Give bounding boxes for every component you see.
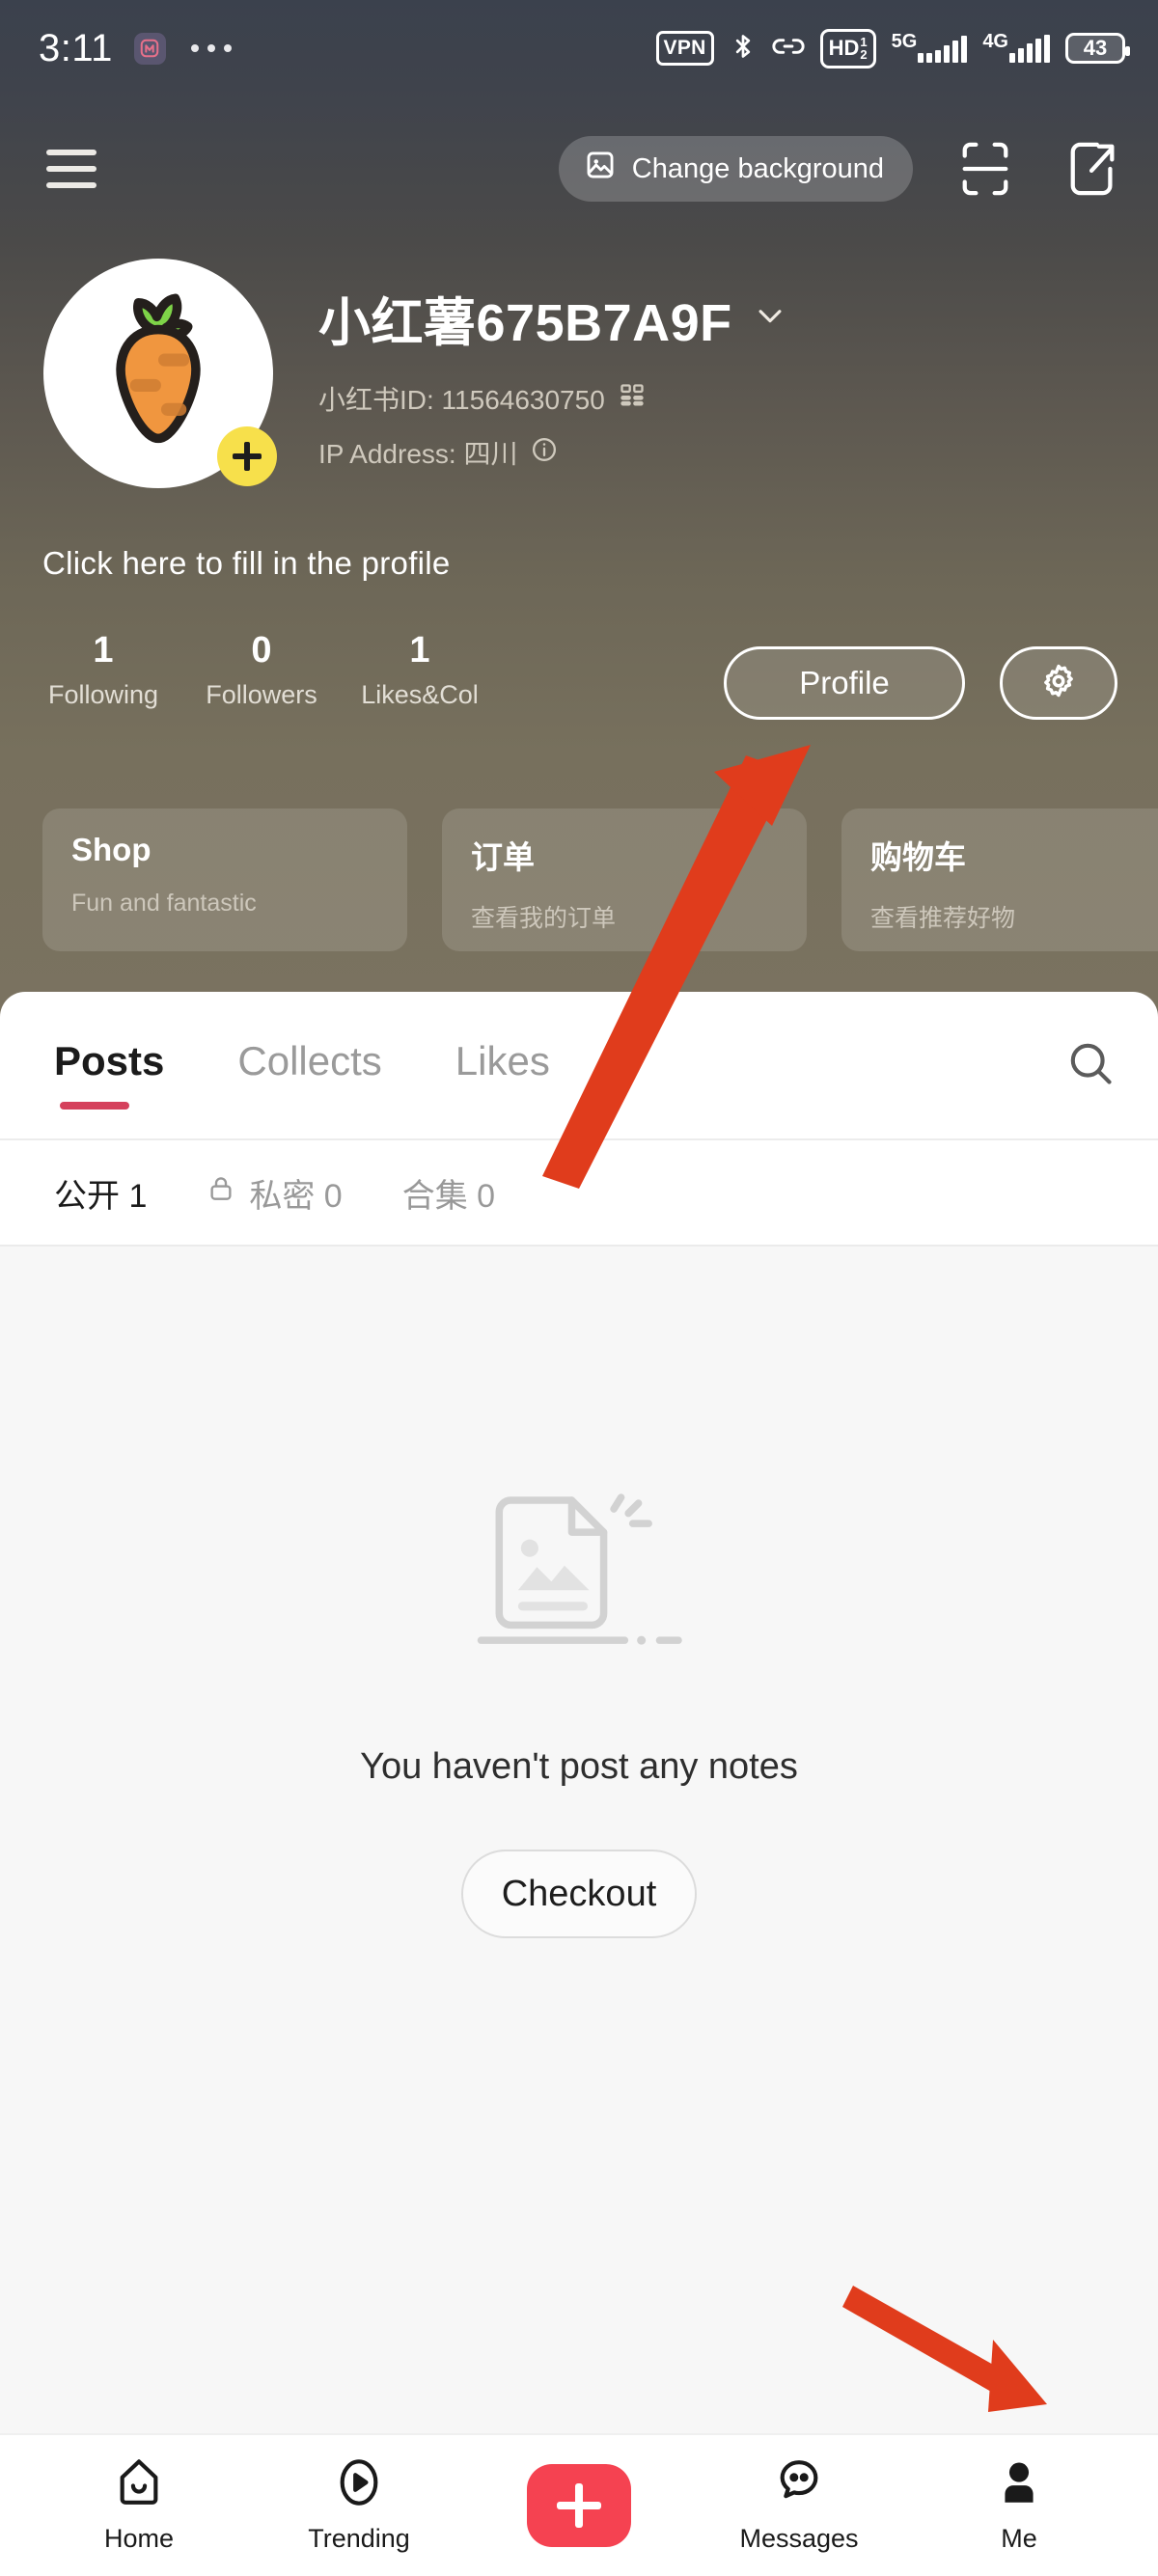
nav-label-trending: Trending xyxy=(308,2524,410,2553)
stat-followers-label: Followers xyxy=(206,679,317,709)
stat-likes-value: 1 xyxy=(409,630,430,671)
hd-sim-top: 1 xyxy=(860,34,868,49)
stat-followers-value: 0 xyxy=(251,630,272,671)
nav-label-me: Me xyxy=(1001,2524,1037,2553)
shop-card[interactable]: Shop Fun and fantastic xyxy=(42,808,407,951)
nav-item-home[interactable]: Home xyxy=(52,2457,226,2554)
app-badge-icon xyxy=(133,32,166,65)
hamburger-menu-icon[interactable] xyxy=(46,150,96,188)
ip-address-row[interactable]: IP Address: 四川 xyxy=(318,433,786,472)
top-action-bar: Change background xyxy=(0,125,1158,212)
settings-button[interactable] xyxy=(1000,646,1117,720)
user-id-label: 小红书ID: 11564630750 xyxy=(318,385,605,415)
avatar[interactable] xyxy=(43,259,277,488)
stat-following-label: Following xyxy=(47,679,159,709)
user-id-row[interactable]: 小红书ID: 11564630750 xyxy=(318,379,786,418)
carrot-avatar-icon xyxy=(116,293,201,444)
signal-5g-indicator: 5G xyxy=(891,31,968,63)
empty-notes-illustration xyxy=(470,1483,688,1681)
network-label-5g: 5G xyxy=(891,31,918,52)
nav-label-messages: Messages xyxy=(739,2524,859,2553)
shop-card-subtitle: Fun and fantastic xyxy=(71,890,257,917)
sub-tab-bar: 公开 1 私密 0 合集 0 xyxy=(0,1140,1158,1245)
gear-icon xyxy=(1038,661,1079,706)
orders-card-title: 订单 xyxy=(471,839,535,875)
nav-label-home: Home xyxy=(103,2524,175,2553)
subtab-private[interactable]: 私密 0 xyxy=(207,1169,343,1217)
chevron-down-icon[interactable] xyxy=(754,299,786,337)
change-background-button[interactable]: Change background xyxy=(558,136,913,202)
signal-bars-5g-icon xyxy=(918,34,968,63)
cart-card-subtitle: 查看推荐好物 xyxy=(870,905,1016,932)
profile-identity: 小红薯675B7A9F 小红书ID: 11564630750 IP Addres… xyxy=(318,280,786,472)
bluetooth-icon xyxy=(730,30,757,68)
status-overflow-dots-icon xyxy=(190,44,232,52)
hd-voice-indicator: HD 1 2 xyxy=(819,28,876,69)
battery-indicator: 43 xyxy=(1065,33,1130,64)
stat-likes-label: Likes&Col xyxy=(361,679,479,709)
shop-card-row: Shop Fun and fantastic 订单 查看我的订单 购物车 查看推… xyxy=(42,808,1158,951)
subtab-collections[interactable]: 合集 0 xyxy=(402,1169,495,1217)
cart-card[interactable]: 购物车 查看推荐好物 xyxy=(841,808,1158,951)
signal-bars-4g-icon xyxy=(1009,34,1050,63)
tab-likes[interactable]: Likes xyxy=(455,1038,550,1092)
checkout-button[interactable]: Checkout xyxy=(461,1850,697,1938)
bottom-navigation-bar: Home Trending Messages Me xyxy=(0,2433,1158,2576)
stat-likes-collections[interactable]: 1 Likes&Col xyxy=(359,630,481,710)
status-time: 3:11 xyxy=(39,27,113,69)
shop-card-title: Shop xyxy=(71,832,152,867)
stat-following[interactable]: 1 Following xyxy=(42,630,164,710)
lock-icon xyxy=(207,1174,235,1212)
plus-create-icon[interactable] xyxy=(527,2464,631,2547)
status-bar: 3:11 VPN HD 1 2 5G 4G 43 xyxy=(0,0,1158,96)
subtab-collections-label: 合集 0 xyxy=(401,1177,496,1215)
empty-state-message: You haven't post any notes xyxy=(360,1746,798,1787)
content-sheet: Posts Collects Likes 公开 1 私密 0 合集 0 You … xyxy=(0,992,1158,2576)
username-row[interactable]: 小红薯675B7A9F xyxy=(318,280,786,356)
subtab-public-label: 公开 1 xyxy=(54,1177,148,1215)
play-circle-icon xyxy=(336,2457,382,2512)
username: 小红薯675B7A9F xyxy=(318,294,732,352)
hd-label: HD xyxy=(828,35,860,60)
phone-screen: 3:11 VPN HD 1 2 5G 4G 43 Change backgrou… xyxy=(0,0,1158,2576)
chat-bubble-icon xyxy=(776,2457,822,2512)
subtab-public[interactable]: 公开 1 xyxy=(54,1169,147,1217)
tab-posts[interactable]: Posts xyxy=(54,1038,164,1110)
ip-address-label: IP Address: 四川 xyxy=(318,439,518,469)
tab-collects[interactable]: Collects xyxy=(237,1038,381,1092)
empty-state: You haven't post any notes Checkout xyxy=(0,1247,1158,2454)
stat-following-value: 1 xyxy=(93,630,114,671)
stat-followers[interactable]: 0 Followers xyxy=(201,630,322,710)
profile-tagline[interactable]: Click here to fill in the profile xyxy=(42,545,451,582)
home-icon xyxy=(116,2457,162,2512)
nav-item-create[interactable] xyxy=(492,2464,666,2547)
status-bar-right: VPN HD 1 2 5G 4G 43 xyxy=(655,28,1130,69)
scan-icon[interactable] xyxy=(955,139,1015,199)
cart-card-title: 购物车 xyxy=(870,839,966,875)
nav-item-me[interactable]: Me xyxy=(932,2457,1106,2554)
subtab-private-label: 私密 0 xyxy=(249,1177,343,1215)
signal-4g-indicator: 4G xyxy=(982,31,1050,63)
change-background-label: Change background xyxy=(631,152,884,184)
hd-sim-bottom: 2 xyxy=(860,46,868,62)
profile-stats: 1 Following 0 Followers 1 Likes&Col xyxy=(42,630,481,710)
person-icon xyxy=(996,2457,1042,2512)
orders-card[interactable]: 订单 查看我的订单 xyxy=(442,808,807,951)
search-icon[interactable] xyxy=(1065,1038,1116,1093)
vpn-indicator: VPN xyxy=(655,31,714,66)
profile-button[interactable]: Profile xyxy=(724,646,965,720)
orders-card-subtitle: 查看我的订单 xyxy=(471,905,617,932)
status-bar-left: 3:11 xyxy=(39,29,232,68)
nav-item-messages[interactable]: Messages xyxy=(712,2457,886,2554)
content-tab-bar: Posts Collects Likes xyxy=(0,992,1158,1138)
network-label-4g: 4G xyxy=(982,31,1008,52)
avatar-add-plus-icon[interactable] xyxy=(217,426,277,486)
info-circle-icon[interactable] xyxy=(531,436,558,470)
link-icon xyxy=(772,32,805,66)
nav-item-trending[interactable]: Trending xyxy=(272,2457,446,2554)
share-external-icon[interactable] xyxy=(1063,139,1123,199)
image-icon xyxy=(584,149,617,189)
qr-code-icon[interactable] xyxy=(619,382,646,416)
